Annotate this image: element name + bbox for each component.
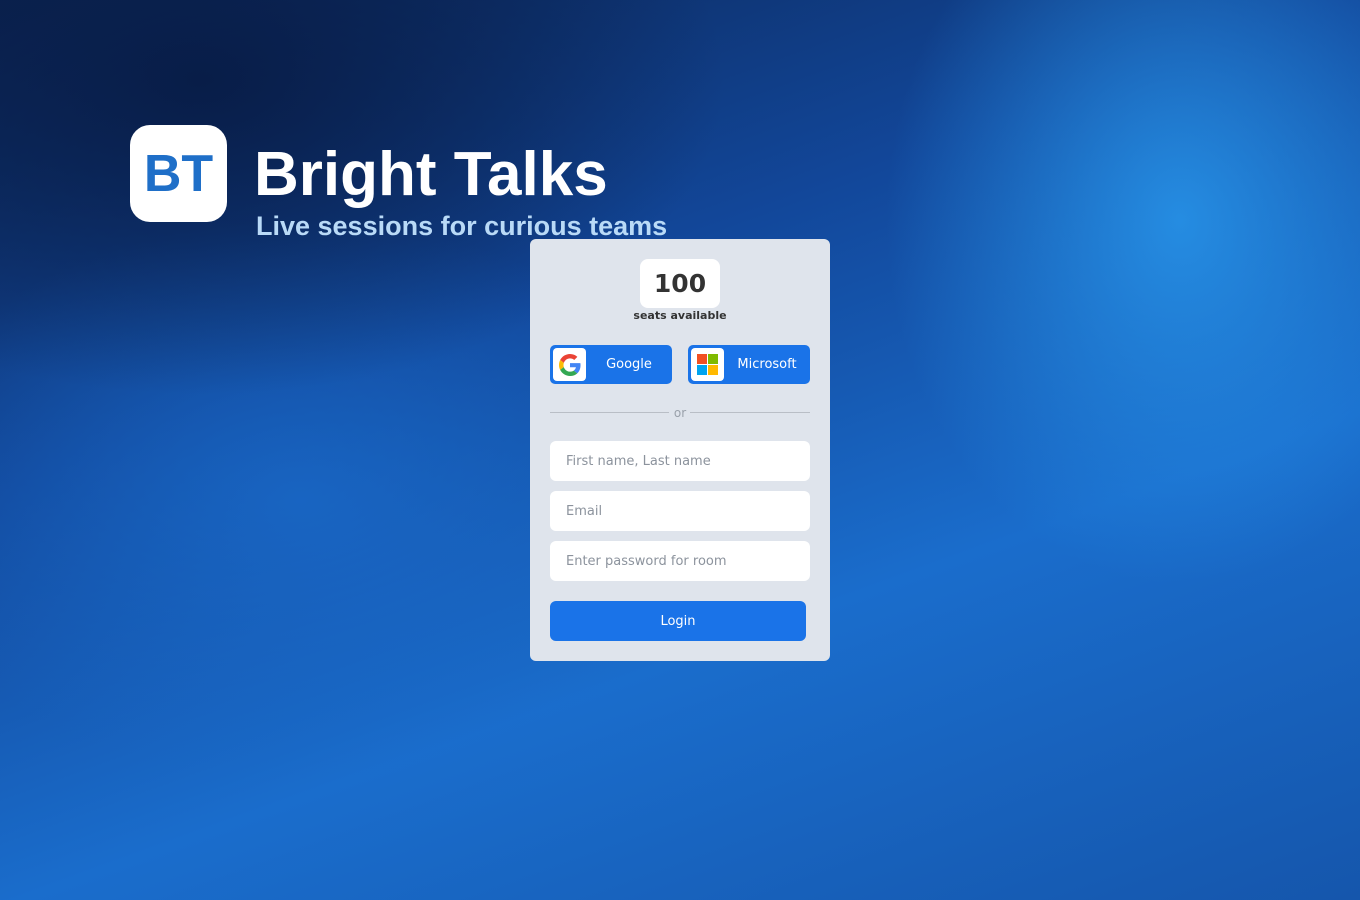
login-button[interactable]: Login (550, 601, 806, 641)
brand-subtitle: Live sessions for curious teams (256, 211, 668, 241)
brand-header: BT Bright Talks Live sessions for curiou… (130, 125, 730, 245)
microsoft-icon (691, 348, 724, 381)
microsoft-login-label: Microsoft (737, 357, 797, 372)
divider-line-right (690, 412, 810, 413)
login-card: 100 seats available Google Microsoft or (530, 239, 830, 661)
google-icon (553, 348, 586, 381)
microsoft-login-button[interactable]: Microsoft (688, 345, 810, 384)
google-login-button[interactable]: Google (550, 345, 672, 384)
seats-label: seats available (633, 309, 727, 322)
google-login-label: Google (606, 357, 652, 372)
full-name-input[interactable] (550, 441, 810, 481)
room-password-input[interactable] (550, 541, 810, 581)
seats-count: 100 (653, 269, 707, 298)
brand-logo-text: BT (143, 144, 214, 203)
email-input[interactable] (550, 491, 810, 531)
brand-logo: BT (130, 125, 227, 222)
seats-counter: 100 (640, 259, 720, 308)
divider-text: or (673, 406, 687, 420)
brand-title: Bright Talks (254, 140, 608, 209)
or-divider: or (550, 405, 810, 421)
